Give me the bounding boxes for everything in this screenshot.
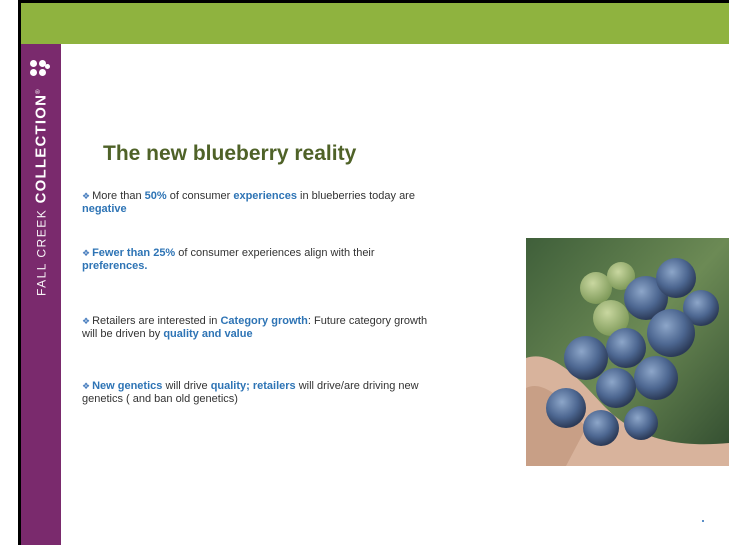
body-text: will drive [162, 380, 211, 392]
body-text: of consumer experiences align with their [175, 247, 375, 259]
bullet-item: ❖ More than 50% of consumer experiences i… [82, 190, 415, 216]
body-text: : Future category growth [307, 315, 428, 327]
highlight-text: 50% [144, 190, 167, 202]
slide-title: The new blueberry reality [103, 142, 357, 165]
body-text: in blueberries today are [296, 190, 415, 202]
highlight-text: negative [82, 203, 127, 215]
bullet-diamond-icon: ❖ [82, 316, 91, 326]
bullet-diamond-icon: ❖ [82, 248, 91, 258]
top-banner [18, 0, 729, 44]
slide-marker [702, 520, 704, 522]
brand-sidebar: FALL CREEK COLLECTION® [21, 44, 61, 545]
highlight-text: New genetics [92, 380, 163, 392]
bullet-diamond-icon: ❖ [82, 381, 91, 391]
body-text: genetics ( and ban old genetics) [82, 393, 238, 405]
highlight-text: Fewer than 25% [92, 247, 176, 259]
highlight-text: quality and value [163, 328, 253, 340]
highlight-text: preferences. [82, 260, 148, 272]
highlight-text: quality; retailers [210, 380, 296, 392]
body-text: Retailers are interested in [92, 315, 221, 327]
body-text: of consumer [166, 190, 234, 202]
bullet-item: ❖ New genetics will drive quality; retail… [82, 380, 419, 406]
body-text: More than [92, 190, 145, 202]
brand-wordmark: FALL CREEK COLLECTION® [32, 87, 50, 297]
highlight-text: experiences [233, 190, 297, 202]
blueberries-in-hand-photo [526, 238, 729, 466]
body-text: will be driven by [82, 328, 164, 340]
highlight-text: Category growth [220, 315, 308, 327]
bullet-item: ❖ Fewer than 25% of consumer experiences … [82, 247, 375, 273]
body-text: will drive/are driving new [295, 380, 419, 392]
bullet-diamond-icon: ❖ [82, 191, 91, 201]
bullet-item: ❖ Retailers are interested in Category gr… [82, 315, 427, 341]
